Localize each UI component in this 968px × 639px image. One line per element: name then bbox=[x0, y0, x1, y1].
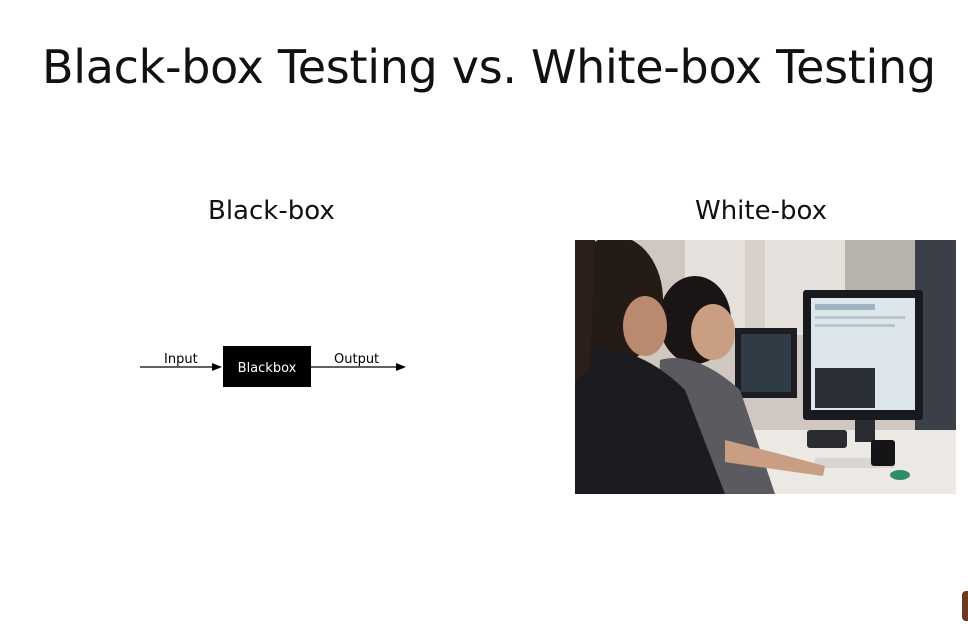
output-arrow-head bbox=[396, 363, 406, 371]
slide-title: Black-box Testing vs. White-box Testing bbox=[42, 40, 936, 94]
black-box-diagram: Input Blackbox Output bbox=[140, 344, 410, 392]
white-box-photo bbox=[575, 240, 956, 494]
input-label: Input bbox=[164, 352, 198, 367]
corner-decoration bbox=[962, 591, 968, 621]
white-box-heading: White-box bbox=[695, 196, 827, 226]
black-box-heading: Black-box bbox=[208, 196, 335, 226]
output-label: Output bbox=[334, 352, 379, 367]
input-arrow-head bbox=[212, 363, 222, 371]
blackbox-label: Blackbox bbox=[238, 361, 297, 376]
